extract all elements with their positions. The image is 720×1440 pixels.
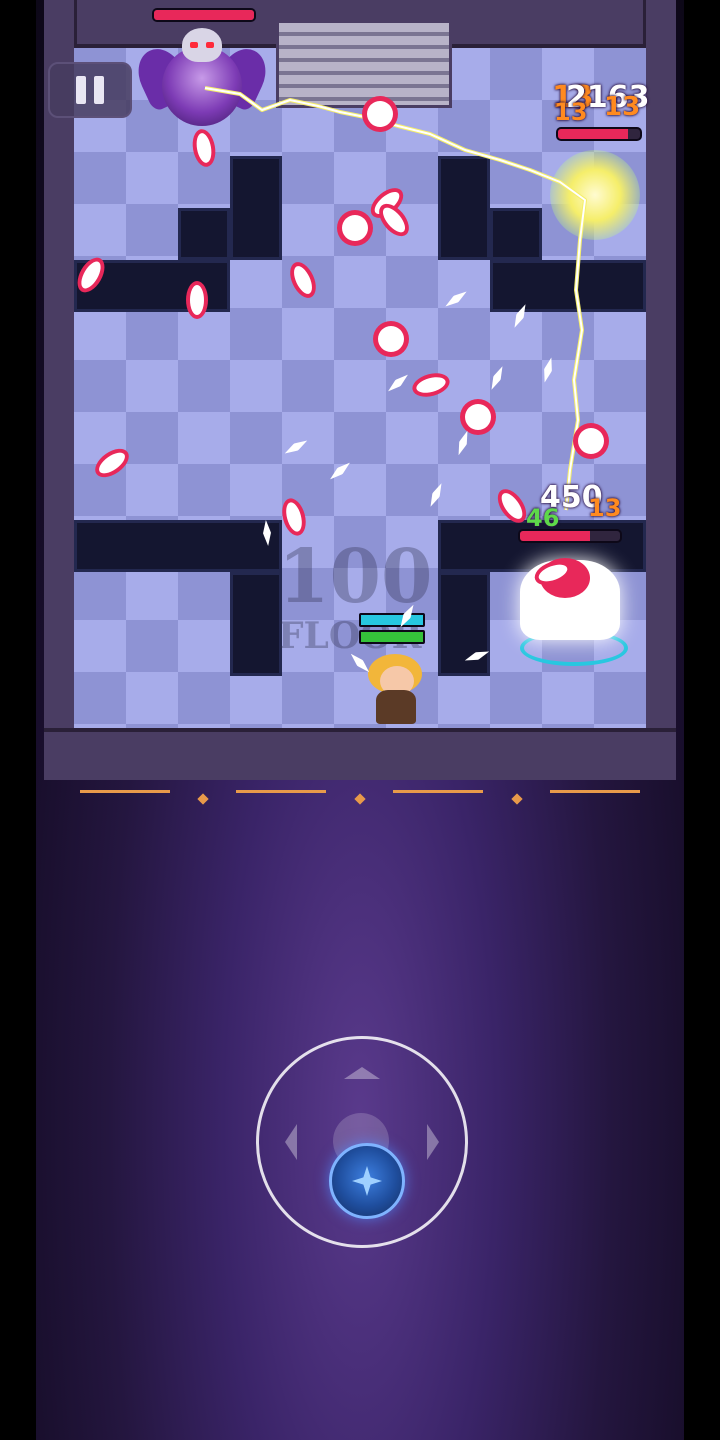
critter-health-bar [556, 127, 642, 141]
damage-number: 13 [604, 92, 641, 122]
enemy-bullet [342, 215, 368, 241]
hero-cloak [376, 690, 416, 724]
boss-health-fill [154, 10, 254, 20]
enemy-bullet [367, 101, 393, 127]
pit-block [438, 156, 490, 260]
pit-block [438, 572, 490, 676]
joystick-up-arrow-icon [344, 1067, 380, 1079]
pit-block [230, 572, 282, 676]
right-wall [643, 0, 676, 780]
enemy-bullet [465, 404, 491, 430]
critter-health-fill [558, 129, 628, 139]
enemy-health-fill [520, 531, 590, 541]
joystick-left-arrow-icon [285, 1124, 297, 1160]
floor-divider [393, 790, 483, 793]
exit-stairs [276, 20, 452, 108]
damage-number: 13 [588, 494, 622, 522]
floor-number: 100 [278, 534, 433, 620]
pause-button[interactable] [48, 62, 132, 118]
boss-eye [190, 42, 198, 48]
pit-block [178, 208, 230, 260]
enemy-bullet [378, 326, 404, 352]
boss-enemy [129, 28, 275, 138]
floor-divider [236, 790, 326, 793]
bottom-wall [44, 728, 676, 780]
boss-health-bar [152, 8, 256, 22]
pit-block [490, 260, 646, 312]
pit-block [230, 156, 282, 260]
hero-status-bars [359, 613, 425, 647]
enemy-bullet [578, 428, 604, 454]
left-letterbox [0, 0, 36, 1440]
white-ghost-enemy [500, 550, 640, 666]
right-letterbox [684, 0, 720, 1440]
electric-critter [550, 150, 640, 240]
pause-icon [72, 76, 108, 104]
boss-eye [206, 42, 214, 48]
joystick-right-arrow-icon [427, 1124, 439, 1160]
joystick-thumb[interactable] [329, 1143, 405, 1219]
pit-block [490, 208, 542, 260]
floor-divider [80, 790, 170, 793]
virtual-joystick[interactable] [256, 1036, 468, 1248]
boss-head [182, 28, 222, 62]
damage-number: 13 [554, 98, 588, 126]
compass-star-icon [352, 1166, 382, 1196]
player-hero [360, 650, 430, 730]
damage-number: 46 [526, 504, 560, 532]
floor-divider [550, 790, 640, 793]
hero-health-bar [359, 630, 425, 644]
enemy-bullet [190, 285, 204, 315]
hero-shield-bar [359, 613, 425, 627]
pit-block [74, 520, 282, 572]
